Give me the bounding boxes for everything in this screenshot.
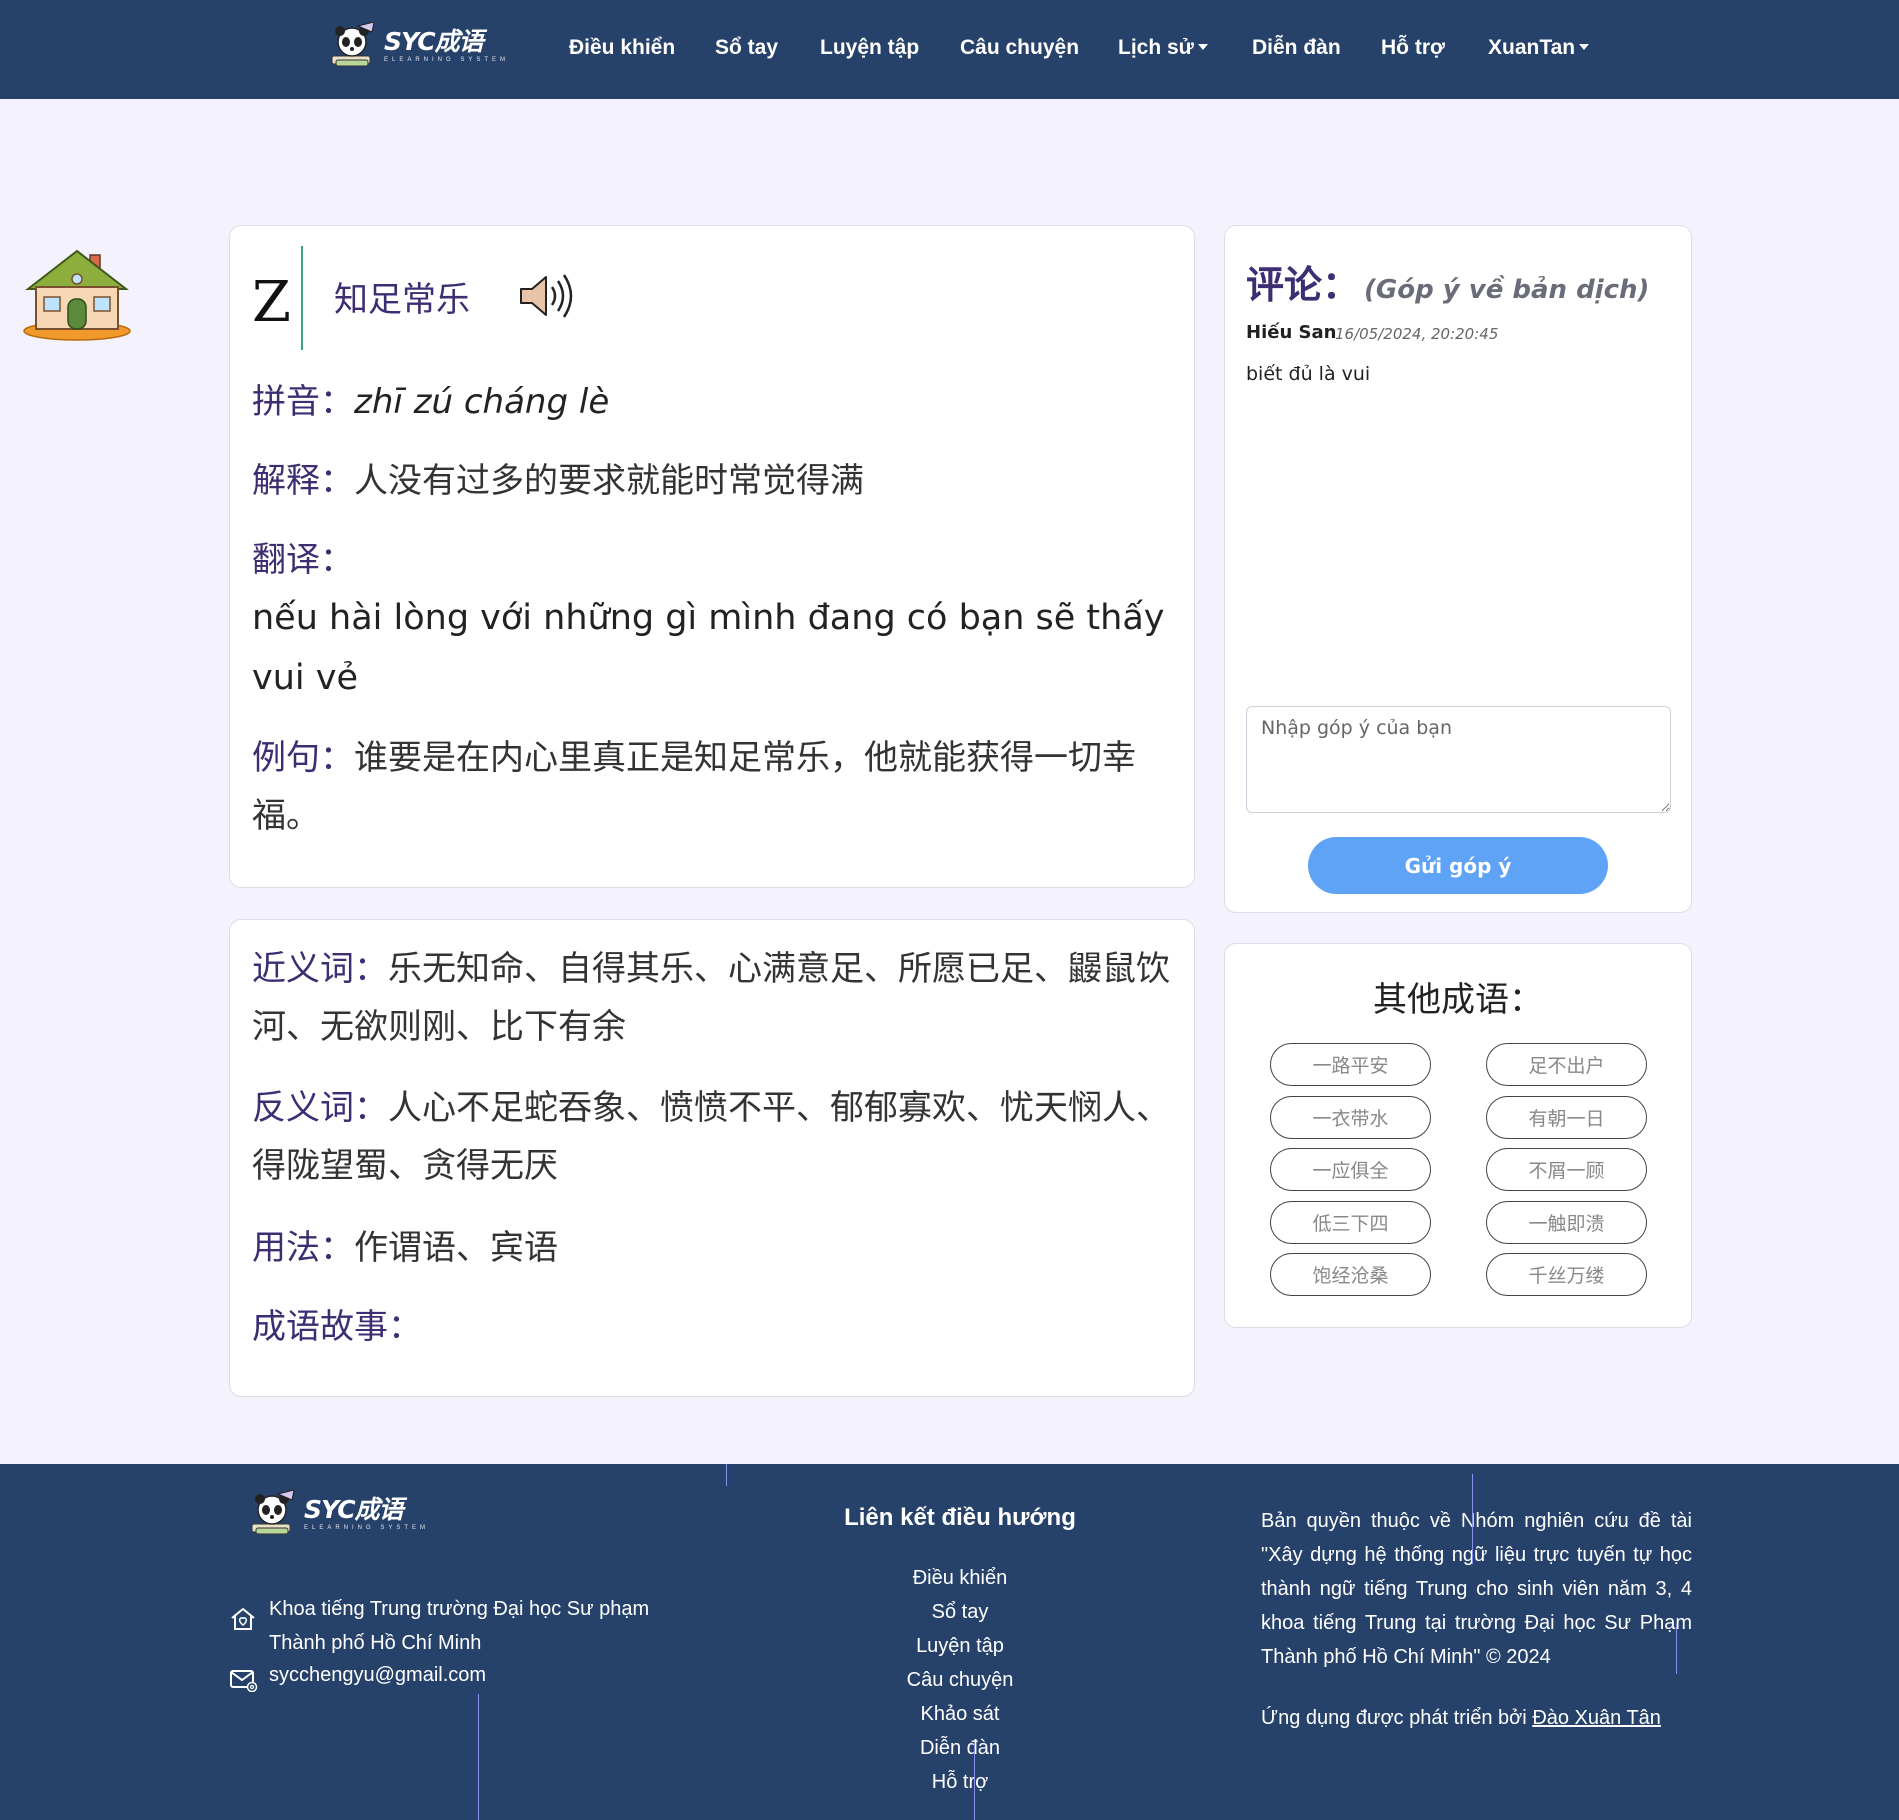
footer-link-so-tay[interactable]: Sổ tay — [840, 1601, 1080, 1624]
caret-down-icon — [1579, 44, 1590, 50]
caret-down-icon — [1197, 44, 1208, 50]
nav-item-lich-su[interactable]: Lịch sử — [1118, 36, 1208, 60]
usage-row: 用法：作谓语、宾语 — [252, 1219, 1172, 1277]
other-idioms-card: 其他成语： 一路平安 足不出户 一衣带水 有朝一日 一应俱全 不屑一顾 低三下四… — [1224, 943, 1692, 1328]
footer-link-luyen-tap[interactable]: Luyện tập — [840, 1635, 1080, 1658]
footer-copyright: Bản quyền thuộc về Nhóm nghiên cứu đề tà… — [1261, 1510, 1692, 1668]
translate-value: nếu hài lòng với những gì mình đang có b… — [252, 598, 1165, 698]
footer-logo[interactable]: SYC成语 ELEARNING SYSTEM — [248, 1490, 429, 1538]
logo-text: SYC成语 — [384, 27, 484, 56]
example-row: 例句：谁要是在内心里真正是知足常乐，他就能获得一切幸福。 — [252, 729, 1172, 845]
footer-email[interactable]: sycchengyu@gmail.com — [269, 1664, 486, 1687]
developer-link[interactable]: Đào Xuân Tân — [1532, 1707, 1661, 1729]
explain-label: 解释： — [252, 461, 354, 501]
idiom-title: 知足常乐 — [334, 280, 470, 320]
example-label: 例句： — [252, 738, 354, 778]
other-idiom-pill[interactable]: 饱经沧桑 — [1270, 1253, 1431, 1296]
divider-line — [478, 1694, 479, 1820]
usage-label: 用法： — [252, 1228, 354, 1268]
letter-divider — [301, 246, 303, 350]
translate-label-row: 翻译： — [252, 531, 1172, 589]
logo-subtext: ELEARNING SYSTEM — [304, 1525, 430, 1531]
other-idiom-pill[interactable]: 低三下四 — [1270, 1201, 1431, 1244]
site-logo[interactable]: SYC成语 ELEARNING SYSTEM — [328, 22, 509, 70]
pinyin-label: 拼音： — [252, 382, 354, 422]
divider-line — [726, 1464, 727, 1486]
footer-link-dieu-khien[interactable]: Điều khiển — [840, 1567, 1080, 1590]
nav-item-dieu-khien[interactable]: Điều khiển — [569, 36, 675, 60]
other-idiom-pill[interactable]: 一应俱全 — [1270, 1148, 1431, 1191]
idiom-detail-card: Z 知足常乐 拼音：zhī zú cháng lè 解释：人没有过多的要求就能时… — [229, 225, 1195, 888]
antonym-label: 反义词： — [252, 1088, 388, 1128]
comment-subheading: (Góp ý về bản dịch) — [1364, 275, 1650, 305]
logo-text: SYC成语 — [304, 1495, 404, 1524]
divider-line — [1472, 1474, 1473, 1564]
pinyin-row: 拼音：zhī zú cháng lè — [252, 373, 1172, 431]
comment-title: 评论： (Góp ý về bản dịch) — [1246, 254, 1649, 309]
nav-item-cau-chuyen[interactable]: Câu chuyện — [960, 36, 1079, 60]
footer-link-ho-tro[interactable]: Hỗ trợ — [840, 1771, 1080, 1794]
footer-link-dien-dan[interactable]: Diễn đàn — [840, 1737, 1080, 1760]
explain-row: 解释：人没有过多的要求就能时常觉得满 — [252, 452, 1172, 510]
speaker-icon[interactable] — [518, 271, 576, 321]
comment-heading: 评论： — [1246, 262, 1361, 307]
comment-time: 16/05/2024, 20:20:45 — [1335, 325, 1499, 343]
nav-item-so-tay[interactable]: Sổ tay — [715, 36, 778, 60]
panda-logo-icon — [331, 22, 375, 67]
other-idiom-pill[interactable]: 有朝一日 — [1486, 1096, 1647, 1139]
other-idiom-pill[interactable]: 不屑一顾 — [1486, 1148, 1647, 1191]
nav-item-dien-dan[interactable]: Diễn đàn — [1252, 36, 1341, 60]
comment-card: 评论： (Góp ý về bản dịch) Hiếu San 16/05/20… — [1224, 225, 1692, 913]
nav-item-ho-tro[interactable]: Hỗ trợ — [1381, 36, 1445, 60]
site-footer: SYC成语 ELEARNING SYSTEM Khoa tiếng Trung … — [0, 1464, 1899, 1820]
nav-item-luyen-tap[interactable]: Luyện tập — [820, 36, 919, 60]
nav-user-label: XuanTan — [1488, 36, 1576, 59]
comment-user: Hiếu San — [1246, 322, 1337, 343]
idiom-letter: Z — [252, 270, 291, 335]
antonym-row: 反义词：人心不足蛇吞象、愤愤不平、郁郁寡欢、忧天悯人、得陇望蜀、贪得无厌 — [252, 1079, 1172, 1195]
idiom-related-card: 近义词：乐无知命、自得其乐、心满意足、所愿已足、鼹鼠饮河、无欲则刚、比下有余 反… — [229, 919, 1195, 1397]
pinyin-value: zhī zú cháng lè — [354, 382, 610, 422]
footer-links-title: Liên kết điều hướng — [844, 1504, 1076, 1531]
other-idioms-title: 其他成语： — [1373, 980, 1543, 1020]
comment-input[interactable] — [1246, 706, 1671, 813]
footer-address: Khoa tiếng Trung trường Đại học Sư phạm … — [269, 1598, 650, 1654]
send-comment-button[interactable]: Gửi góp ý — [1308, 837, 1608, 894]
antonym-value: 人心不足蛇吞象、愤愤不平、郁郁寡欢、忧天悯人、得陇望蜀、贪得无厌 — [252, 1088, 1170, 1186]
footer-developer-prefix: Ứng dụng được phát triển bởi — [1261, 1707, 1533, 1729]
explain-value: 人没有过多的要求就能时常觉得满 — [354, 461, 864, 501]
nav-item-lich-su-label: Lịch sử — [1118, 36, 1194, 59]
home-address-icon — [231, 1608, 255, 1630]
other-idiom-pill[interactable]: 足不出户 — [1486, 1043, 1647, 1086]
usage-value: 作谓语、宾语 — [354, 1228, 558, 1268]
email-icon — [230, 1670, 258, 1692]
footer-developer: Ứng dụng được phát triển bởi Đào Xuân Tâ… — [1261, 1707, 1661, 1730]
other-idiom-pill[interactable]: 千丝万缕 — [1486, 1253, 1647, 1296]
other-idiom-pill[interactable]: 一路平安 — [1270, 1043, 1431, 1086]
divider-line — [1676, 1624, 1677, 1674]
footer-link-cau-chuyen[interactable]: Câu chuyện — [840, 1669, 1080, 1692]
story-label: 成语故事： — [252, 1307, 422, 1347]
other-idiom-pill[interactable]: 一衣带水 — [1270, 1096, 1431, 1139]
story-row: 成语故事： — [252, 1298, 1172, 1356]
divider-line — [974, 1744, 975, 1820]
panda-logo-icon — [251, 1490, 295, 1535]
translate-label: 翻译： — [252, 540, 354, 580]
logo-subtext: ELEARNING SYSTEM — [384, 57, 510, 63]
example-value: 谁要是在内心里真正是知足常乐，他就能获得一切幸福。 — [252, 738, 1136, 836]
synonym-label: 近义词： — [252, 949, 388, 989]
home-icon[interactable] — [22, 245, 132, 341]
footer-link-khao-sat[interactable]: Khảo sát — [840, 1703, 1080, 1726]
synonym-row: 近义词：乐无知命、自得其乐、心满意足、所愿已足、鼹鼠饮河、无欲则刚、比下有余 — [252, 940, 1172, 1056]
comment-text: biết đủ là vui — [1246, 363, 1371, 385]
synonym-value: 乐无知命、自得其乐、心满意足、所愿已足、鼹鼠饮河、无欲则刚、比下有余 — [252, 949, 1170, 1047]
nav-item-user-menu[interactable]: XuanTan — [1488, 36, 1590, 60]
other-idiom-pill[interactable]: 一触即溃 — [1486, 1201, 1647, 1244]
top-navbar: SYC成语 ELEARNING SYSTEM Điều khiển Sổ tay… — [0, 0, 1899, 99]
